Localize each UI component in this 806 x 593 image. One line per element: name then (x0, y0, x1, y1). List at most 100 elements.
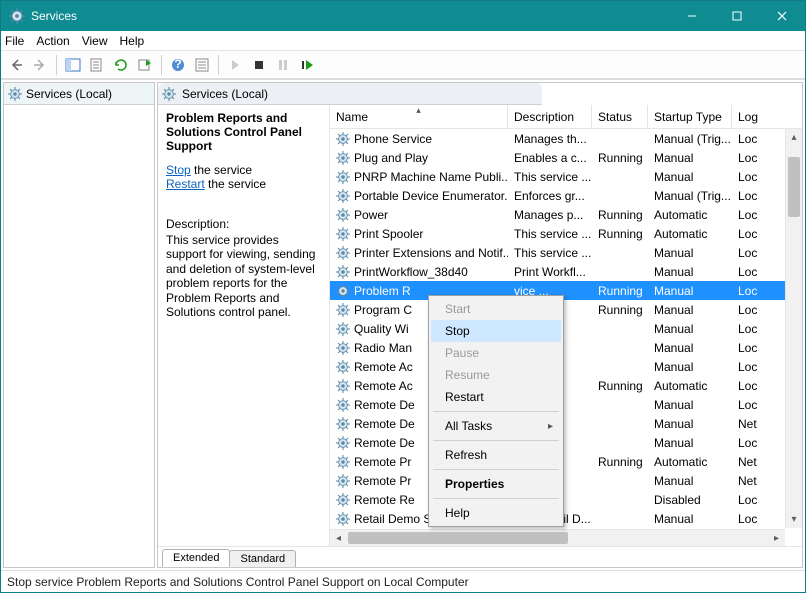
left-pane-header[interactable]: Services (Local) (4, 83, 154, 105)
scroll-thumb[interactable] (348, 532, 568, 544)
window-title: Services (31, 9, 669, 23)
context-menu: Start Stop Pause Resume Restart All Task… (428, 295, 564, 527)
ctx-stop[interactable]: Stop (431, 320, 561, 342)
col-status[interactable]: Status (592, 105, 648, 128)
stop-suffix: the service (191, 163, 252, 177)
services-icon (8, 87, 22, 101)
service-icon (336, 493, 350, 507)
vertical-scrollbar[interactable]: ▴ ▾ (785, 129, 802, 528)
ctx-restart[interactable]: Restart (431, 386, 561, 408)
table-row[interactable]: Retail Demo ServiceThe Retail D...Manual… (330, 509, 802, 528)
table-row[interactable]: PowerManages p...RunningAutomaticLoc (330, 205, 802, 224)
col-name[interactable]: Name▴ (330, 105, 508, 128)
service-icon (336, 208, 350, 222)
table-row[interactable]: Printer Extensions and Notif...This serv… (330, 243, 802, 262)
service-icon (336, 322, 350, 336)
description-text: This service provides support for viewin… (166, 233, 321, 319)
scroll-up-icon[interactable]: ▴ (786, 129, 802, 146)
statusbar: Stop service Problem Reports and Solutio… (1, 570, 805, 592)
table-row[interactable]: Radio Man...ManualLoc (330, 338, 802, 357)
scroll-down-icon[interactable]: ▾ (786, 511, 802, 528)
tab-extended[interactable]: Extended (162, 549, 230, 567)
menu-file[interactable]: File (5, 34, 24, 48)
ctx-resume: Resume (431, 364, 561, 386)
minimize-button[interactable] (669, 1, 714, 31)
refresh-button[interactable] (110, 54, 132, 76)
service-icon (336, 455, 350, 469)
restart-link[interactable]: Restart (166, 177, 205, 191)
table-row[interactable]: Remote Dehe r...ManualLoc (330, 433, 802, 452)
app-icon (9, 8, 25, 24)
svg-text:?: ? (174, 57, 181, 71)
stop-service-button[interactable] (248, 54, 270, 76)
table-row[interactable]: Plug and PlayEnables a c...RunningManual… (330, 148, 802, 167)
ctx-properties[interactable]: Properties (431, 473, 561, 495)
col-logon[interactable]: Log (732, 105, 764, 128)
pause-service-button[interactable] (272, 54, 294, 76)
properties-button[interactable] (191, 54, 213, 76)
menu-action[interactable]: Action (36, 34, 69, 48)
export-button[interactable] (134, 54, 156, 76)
restart-service-button[interactable] (296, 54, 318, 76)
toolbar: ? (1, 51, 805, 79)
back-button[interactable] (5, 54, 27, 76)
maximize-button[interactable] (714, 1, 759, 31)
tab-standard[interactable]: Standard (229, 550, 296, 567)
service-icon (336, 512, 350, 526)
services-icon (162, 87, 176, 101)
forward-button[interactable] (29, 54, 51, 76)
table-row[interactable]: Portable Device Enumerator...Enforces gr… (330, 186, 802, 205)
table-row[interactable]: PrintWorkflow_38d40Print Workfl...Manual… (330, 262, 802, 281)
col-description[interactable]: Description (508, 105, 592, 128)
table-row[interactable]: Remote Pr...ManualNet (330, 471, 802, 490)
export-list-button[interactable] (86, 54, 108, 76)
menu-view[interactable]: View (82, 34, 108, 48)
service-icon (336, 265, 350, 279)
titlebar: Services (1, 1, 805, 31)
service-icon (336, 360, 350, 374)
horizontal-scrollbar[interactable]: ◂ ▸ (330, 529, 785, 546)
restart-suffix: the service (205, 177, 266, 191)
col-startup[interactable]: Startup Type (648, 105, 732, 128)
table-row[interactable]: Remote PrCSS ...RunningAutomaticNet (330, 452, 802, 471)
service-icon (336, 284, 350, 298)
table-row[interactable]: Phone ServiceManages th...Manual (Trig..… (330, 129, 802, 148)
table-row[interactable]: Remote DeDes...ManualLoc (330, 395, 802, 414)
table-row[interactable]: PNRP Machine Name Publi...This service .… (330, 167, 802, 186)
submenu-arrow-icon: ▸ (548, 421, 553, 432)
table-header: Name▴ Description Status Startup Type Lo… (330, 105, 802, 129)
ctx-help[interactable]: Help (431, 502, 561, 524)
stop-link[interactable]: Stop (166, 163, 191, 177)
close-button[interactable] (759, 1, 805, 31)
service-icon (336, 170, 350, 184)
service-icon (336, 246, 350, 260)
help-button[interactable]: ? (167, 54, 189, 76)
service-icon (336, 227, 350, 241)
table-row[interactable]: Remote Deuser...ManualNet (330, 414, 802, 433)
menu-help[interactable]: Help (120, 34, 145, 48)
table-row[interactable]: Quality WiWin...ManualLoc (330, 319, 802, 338)
menubar: File Action View Help (1, 31, 805, 51)
table-row[interactable]: Remote Aca co...ManualLoc (330, 357, 802, 376)
ctx-refresh[interactable]: Refresh (431, 444, 561, 466)
detail-pane: Problem Reports and Solutions Control Pa… (158, 105, 330, 546)
table-row[interactable]: Print SpoolerThis service ...RunningAuto… (330, 224, 802, 243)
table-row[interactable]: Program Cvice ...RunningManualLoc (330, 300, 802, 319)
service-icon (336, 189, 350, 203)
scroll-right-icon[interactable]: ▸ (768, 530, 785, 546)
scroll-thumb[interactable] (788, 157, 800, 217)
right-pane-header: Services (Local) (158, 83, 542, 105)
ctx-all-tasks[interactable]: All Tasks▸ (431, 415, 561, 437)
table-row[interactable]: Problem Rvice ...RunningManualLoc (330, 281, 802, 300)
ctx-pause: Pause (431, 342, 561, 364)
start-service-button[interactable] (224, 54, 246, 76)
statusbar-text: Stop service Problem Reports and Solutio… (7, 575, 469, 589)
service-icon (336, 341, 350, 355)
table-row[interactable]: Remote Aces di...RunningAutomaticLoc (330, 376, 802, 395)
show-hide-tree-button[interactable] (62, 54, 84, 76)
table-row[interactable]: Remote Rerem...DisabledLoc (330, 490, 802, 509)
left-pane-label: Services (Local) (26, 87, 112, 101)
view-tabs: Extended Standard (158, 546, 802, 567)
service-icon (336, 474, 350, 488)
scroll-left-icon[interactable]: ◂ (330, 530, 347, 546)
